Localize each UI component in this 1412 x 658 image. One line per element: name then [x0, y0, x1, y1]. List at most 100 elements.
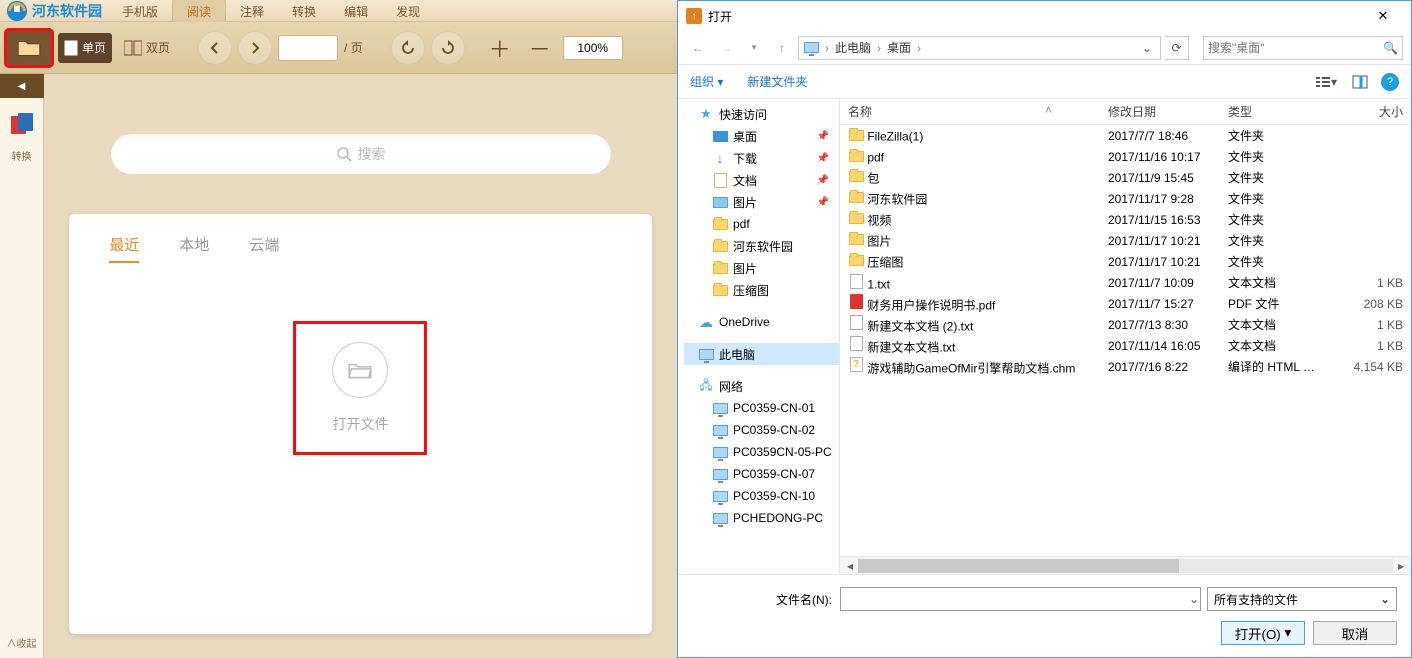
- zoom-in-icon[interactable]: ＋: [483, 32, 517, 64]
- menu-phone[interactable]: 手机版: [108, 0, 172, 22]
- menu-discover[interactable]: 发现: [382, 0, 434, 22]
- file-row[interactable]: FileZilla(1)2017/7/7 18:46文件夹: [840, 125, 1411, 146]
- cancel-button[interactable]: 取消: [1313, 621, 1397, 645]
- view-mode-icon[interactable]: ▾: [1313, 71, 1339, 93]
- header-type[interactable]: 类型: [1220, 103, 1332, 120]
- page-number-input[interactable]: [278, 35, 338, 61]
- tree-item[interactable]: PC0359-CN-10: [684, 485, 839, 507]
- tree-item[interactable]: PC0359CN-05-PC: [684, 441, 839, 463]
- search-folder-input[interactable]: [1208, 41, 1379, 55]
- file-row[interactable]: pdf2017/11/16 10:17文件夹: [840, 146, 1411, 167]
- nav-back-icon[interactable]: ←: [686, 36, 710, 60]
- tree-item[interactable]: 压缩图: [684, 279, 839, 301]
- list-header: 名称˄ 修改日期 类型 大小: [840, 99, 1411, 125]
- pdf-reader-app: 河东软件园 手机版 阅读 注释 转换 编辑 发现 单页 双页 / 页 ＋ －: [0, 0, 677, 658]
- help-icon[interactable]: ?: [1381, 73, 1399, 91]
- menubar: 河东软件园 手机版 阅读 注释 转换 编辑 发现: [0, 0, 677, 22]
- file-row[interactable]: 财务用户操作说明书.pdf2017/11/7 15:27PDF 文件208 KB: [840, 293, 1411, 314]
- file-row[interactable]: 新建文本文档 (2).txt2017/7/13 8:30文本文档1 KB: [840, 314, 1411, 335]
- view-single-page[interactable]: 单页: [58, 33, 112, 63]
- tree-item[interactable]: 图片📌: [684, 191, 839, 213]
- sidebar-convert-label: 转换: [12, 148, 32, 163]
- new-folder-button[interactable]: 新建文件夹: [747, 73, 807, 90]
- tree-network[interactable]: 🖧网络: [684, 375, 839, 397]
- horizontal-scrollbar[interactable]: ◂▸: [840, 556, 1411, 574]
- tab-local[interactable]: 本地: [179, 234, 209, 263]
- stage: 搜索 最近 本地 云端 打开文件: [44, 74, 677, 658]
- tree-item[interactable]: 图片: [684, 257, 839, 279]
- nav-back-icon[interactable]: [198, 31, 232, 65]
- zoom-level[interactable]: [563, 36, 623, 60]
- search-placeholder: 搜索: [358, 144, 386, 164]
- nav-recent-icon[interactable]: ▾: [742, 36, 766, 60]
- tree-quick-access[interactable]: ★快速访问: [684, 103, 839, 125]
- organize-menu[interactable]: 组织 ▾: [690, 73, 723, 90]
- tree-onedrive[interactable]: ☁OneDrive: [684, 311, 839, 333]
- sidebar-collapse-icon[interactable]: ◀: [0, 74, 44, 98]
- tree-item[interactable]: PC0359-CN-01: [684, 397, 839, 419]
- dialog-title: 打开: [708, 8, 732, 25]
- start-tabs: 最近 本地 云端: [109, 234, 611, 263]
- page-suffix: / 页: [344, 39, 363, 56]
- nav-up-icon[interactable]: ↑: [770, 36, 794, 60]
- file-row[interactable]: 视频2017/11/15 16:53文件夹: [840, 209, 1411, 230]
- dialog-footer: 文件名(N): ⌄ 所有支持的文件⌄ 打开(O) ▾ 取消: [678, 574, 1411, 657]
- tab-recent[interactable]: 最近: [109, 234, 139, 263]
- menu-edit[interactable]: 编辑: [330, 0, 382, 22]
- preview-pane-icon[interactable]: [1347, 71, 1373, 93]
- file-row[interactable]: 压缩图2017/11/17 10:21文件夹: [840, 251, 1411, 272]
- filename-input[interactable]: [840, 587, 1201, 611]
- tree-item[interactable]: pdf: [684, 213, 839, 235]
- file-row[interactable]: 新建文本文档.txt2017/11/14 16:05文本文档1 KB: [840, 335, 1411, 356]
- file-row[interactable]: 河东软件园2017/11/17 9:28文件夹: [840, 188, 1411, 209]
- dialog-body: ★快速访问 桌面📌↓下载📌文档📌图片📌pdf河东软件园图片压缩图 ☁OneDri…: [678, 99, 1411, 574]
- file-row[interactable]: 1.txt2017/11/7 10:09文本文档1 KB: [840, 272, 1411, 293]
- menu-read[interactable]: 阅读: [172, 0, 226, 22]
- folder-open-icon: [332, 342, 388, 398]
- header-name[interactable]: 名称˄: [840, 103, 1100, 120]
- tree-item[interactable]: ↓下载📌: [684, 147, 839, 169]
- tree-item[interactable]: PC0359-CN-02: [684, 419, 839, 441]
- open-file-button[interactable]: 打开文件: [295, 323, 425, 453]
- tree-item[interactable]: PC0359-CN-07: [684, 463, 839, 485]
- file-row[interactable]: 图片2017/11/17 10:21文件夹: [840, 230, 1411, 251]
- sidebar-convert-icon[interactable]: [7, 110, 37, 140]
- breadcrumb[interactable]: › 此电脑 › 桌面 › ⌄: [798, 36, 1161, 60]
- nav-forward-icon[interactable]: →: [714, 36, 738, 60]
- search-icon: [336, 146, 352, 162]
- nav-forward-icon[interactable]: [238, 31, 272, 65]
- search-folder-box[interactable]: 🔍: [1203, 36, 1403, 60]
- zoom-out-icon[interactable]: －: [523, 32, 557, 64]
- open-file-icon[interactable]: [6, 30, 52, 66]
- app-logo: 河东软件园: [0, 0, 108, 22]
- view-double-page[interactable]: 双页: [118, 33, 176, 63]
- file-row[interactable]: 包2017/11/9 15:45文件夹: [840, 167, 1411, 188]
- menu-convert[interactable]: 转换: [278, 0, 330, 22]
- rotate-left-icon[interactable]: [391, 31, 425, 65]
- dialog-navbar: ← → ▾ ↑ › 此电脑 › 桌面 › ⌄ ⟳ 🔍: [678, 31, 1411, 65]
- filename-label: 文件名(N):: [692, 591, 832, 608]
- file-type-filter[interactable]: 所有支持的文件⌄: [1207, 587, 1397, 611]
- close-button[interactable]: ✕: [1363, 8, 1403, 24]
- folder-tree: ★快速访问 桌面📌↓下载📌文档📌图片📌pdf河东软件园图片压缩图 ☁OneDri…: [678, 99, 840, 574]
- tree-this-pc[interactable]: 此电脑: [684, 343, 839, 365]
- header-size[interactable]: 大小: [1332, 103, 1411, 120]
- left-sidebar: ◀ 转换 ∧收起: [0, 74, 44, 658]
- open-file-label: 打开文件: [332, 414, 388, 434]
- menu-annotate[interactable]: 注释: [226, 0, 278, 22]
- dialog-toolbar: 组织 ▾ 新建文件夹 ▾ ?: [678, 65, 1411, 99]
- refresh-icon[interactable]: ⟳: [1165, 36, 1189, 60]
- tree-item[interactable]: 桌面📌: [684, 125, 839, 147]
- header-date[interactable]: 修改日期: [1100, 103, 1220, 120]
- open-button[interactable]: 打开(O) ▾: [1221, 621, 1305, 645]
- tree-item[interactable]: PCHEDONG-PC: [684, 507, 839, 529]
- tab-cloud[interactable]: 云端: [249, 234, 279, 263]
- sidebar-collapse-label[interactable]: ∧收起: [7, 635, 37, 658]
- rotate-right-icon[interactable]: [431, 31, 465, 65]
- file-list: 名称˄ 修改日期 类型 大小 FileZilla(1)2017/7/7 18:4…: [840, 99, 1411, 574]
- search-box[interactable]: 搜索: [111, 134, 611, 174]
- file-open-dialog: ↑ 打开 ✕ ← → ▾ ↑ › 此电脑 › 桌面 › ⌄ ⟳ 🔍 组织 ▾ 新…: [677, 0, 1412, 658]
- tree-item[interactable]: 河东软件园: [684, 235, 839, 257]
- file-row[interactable]: 游戏辅助GameOfMir引擎帮助文档.chm2017/7/16 8:22编译的…: [840, 356, 1411, 377]
- tree-item[interactable]: 文档📌: [684, 169, 839, 191]
